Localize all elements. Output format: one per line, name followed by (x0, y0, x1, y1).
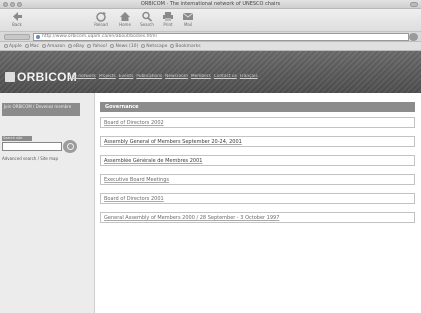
back-button[interactable]: Back (8, 11, 26, 28)
browser-toolbar: Back Reload Home Search Print Mail (0, 9, 421, 31)
mail-button-label: Mail (183, 22, 193, 27)
bookmark-label: Netscape (146, 43, 168, 49)
bookmark-label: Apple (9, 43, 22, 49)
bookmark-button[interactable] (4, 34, 30, 40)
sidebar-link[interactable]: Advanced search / Site map (2, 156, 80, 161)
bookmark-item[interactable]: Amazon (41, 43, 66, 49)
site-nav: The network Projects Events Publications… (69, 74, 419, 80)
nav-link[interactable]: Events (119, 74, 134, 80)
bookmark-icon (4, 44, 8, 48)
mail-button[interactable]: Mail (179, 11, 197, 28)
nav-link[interactable]: Members (191, 74, 211, 80)
window-title: ORBICOM · The international network of U… (140, 1, 281, 7)
url-text: http://www.orbicom.uqam.ca/en/about/bodi… (42, 34, 157, 39)
reload-button[interactable]: Reload (92, 11, 110, 28)
url-field[interactable]: http://www.orbicom.uqam.ca/en/about/bodi… (33, 33, 409, 41)
mail-icon (182, 12, 194, 20)
home-button-label: Home (119, 22, 131, 27)
bookmark-icon (110, 44, 115, 48)
bookmark-label: Mac (29, 43, 39, 49)
home-button[interactable]: Home (116, 11, 134, 28)
bookmark-item[interactable]: eBay (68, 44, 84, 49)
bookmark-icon (141, 44, 146, 48)
back-arrow-icon (13, 12, 22, 21)
window-titlebar: ORBICOM · The international network of U… (0, 0, 421, 9)
print-button-label: Print (163, 22, 173, 27)
governance-list: Board of Directors 2002 Assembly General… (100, 117, 415, 231)
favicon-icon (36, 35, 40, 39)
list-item[interactable]: Assemblée Générale de Membres 2001 (100, 155, 415, 166)
nav-link[interactable]: The network (69, 74, 96, 80)
location-bar: http://www.orbicom.uqam.ca/en/about/bodi… (0, 31, 421, 42)
search-button[interactable]: Search (138, 11, 156, 28)
search-icon (142, 11, 153, 22)
nav-link[interactable]: Projects (99, 74, 116, 80)
bookmark-icon (41, 44, 46, 48)
bookmark-icon (68, 44, 73, 48)
page-body: Join ORBICOM / Devenez membre Search sit… (0, 93, 421, 313)
go-button[interactable] (409, 33, 418, 41)
search-input[interactable] (2, 142, 62, 151)
nav-link[interactable]: Newsroom (165, 74, 188, 80)
search-submit-button[interactable] (63, 140, 77, 153)
bookmark-icon (170, 44, 175, 48)
bookmark-item[interactable]: Netscape (141, 44, 167, 49)
bookmark-icon (87, 44, 92, 48)
nav-link[interactable]: Publications (136, 74, 162, 80)
site-logo[interactable]: ORBICOM (5, 70, 77, 84)
search-label: Search site (2, 136, 32, 141)
bookmark-label: News (10) (115, 43, 139, 49)
toolbar-toggle-button[interactable] (410, 2, 418, 7)
bookmark-label: Amazon (46, 43, 66, 49)
logo-icon (5, 72, 15, 82)
back-button-label: Back (12, 22, 22, 27)
list-item[interactable]: General Assembly of Members 2000 / 28 Se… (100, 212, 415, 223)
bookmark-icon (24, 44, 29, 48)
bookmark-item[interactable]: Bookmarks (170, 43, 201, 49)
section-header: Governance (100, 102, 415, 112)
site-header: ORBICOM The network Projects Events Publ… (0, 51, 421, 93)
bookmark-label: Yahoo! (92, 43, 108, 49)
reload-icon (96, 12, 106, 22)
join-box[interactable]: Join ORBICOM / Devenez membre (2, 103, 80, 116)
nav-link[interactable]: Français (240, 74, 258, 80)
bookmarks-bar: Apple Mac Amazon eBay Yahoo! News (10) N… (0, 42, 421, 51)
list-item[interactable]: Board of Directors 2002 (100, 117, 415, 128)
bookmark-item[interactable]: News (10) (110, 44, 138, 49)
print-button[interactable]: Print (159, 11, 177, 28)
search-button-label: Search (140, 22, 154, 27)
list-item[interactable]: Assembly General of Members September 20… (100, 136, 415, 147)
bookmark-label: eBay (73, 43, 85, 49)
main-content: Governance Board of Directors 2002 Assem… (98, 93, 417, 313)
reload-button-label: Reload (94, 22, 108, 27)
print-icon (163, 12, 173, 21)
nav-link[interactable]: Contact us (214, 74, 237, 80)
list-item[interactable]: Board of Directors 2001 (100, 193, 415, 204)
bookmark-item[interactable]: Apple (4, 44, 22, 49)
bookmark-item[interactable]: Yahoo! (87, 44, 107, 49)
sidebar: Join ORBICOM / Devenez membre Search sit… (0, 93, 95, 313)
bookmark-item[interactable]: Mac (24, 43, 39, 49)
home-icon (120, 12, 130, 21)
bookmark-label: Bookmarks (175, 43, 201, 49)
list-item[interactable]: Executive Board Meetings (100, 174, 415, 185)
